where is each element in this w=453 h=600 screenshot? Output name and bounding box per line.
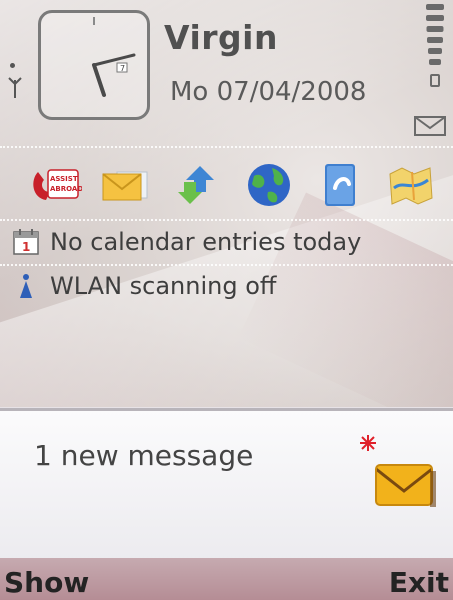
softkey-bar: Show Exit [0, 558, 453, 600]
signal-strength-icon [6, 58, 24, 108]
divider [0, 264, 453, 266]
svg-text:7: 7 [120, 64, 125, 73]
wlan-status-text: WLAN scanning off [50, 272, 277, 300]
messaging-icon[interactable] [99, 158, 153, 212]
maps-icon[interactable] [384, 158, 438, 212]
web-globe-icon[interactable] [242, 158, 296, 212]
contacts-book-icon[interactable] [313, 158, 367, 212]
svg-text:ASSIST: ASSIST [50, 175, 78, 183]
exit-softkey[interactable]: Exit [389, 566, 449, 599]
svg-text:1: 1 [22, 240, 30, 254]
svg-text:ABROAD: ABROAD [50, 185, 82, 193]
new-message-notification[interactable]: 1 new message [0, 408, 453, 561]
operator-name: Virgin [164, 18, 278, 57]
shortcut-bar: ASSIST ABROAD [28, 158, 438, 212]
battery-icon [424, 4, 446, 104]
divider [0, 219, 453, 221]
new-mail-icon [360, 435, 436, 507]
show-softkey[interactable]: Show [4, 566, 89, 599]
calendar-status-text: No calendar entries today [50, 228, 362, 256]
wlan-status-row[interactable]: WLAN scanning off [12, 272, 276, 300]
new-message-indicator-icon [414, 116, 446, 136]
notification-text: 1 new message [34, 439, 254, 472]
calendar-icon: 1 [13, 229, 39, 255]
divider [0, 146, 453, 148]
calendar-entry-row[interactable]: 1 No calendar entries today [12, 228, 361, 256]
analog-clock[interactable]: 7 [38, 10, 150, 120]
wlan-icon [20, 274, 32, 298]
sync-transfer-icon[interactable] [170, 158, 224, 212]
date-label: Mo 07/04/2008 [170, 77, 367, 107]
assist-abroad-icon[interactable]: ASSIST ABROAD [28, 158, 83, 212]
